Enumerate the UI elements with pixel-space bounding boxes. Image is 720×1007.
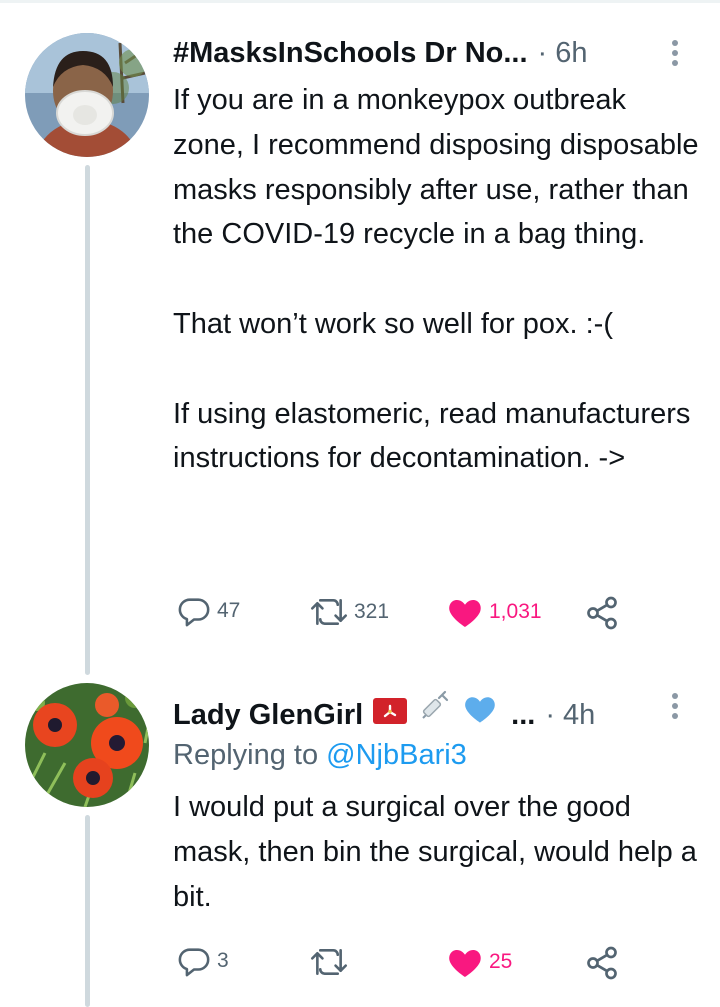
reply-count: 47 (217, 599, 241, 622)
retweet-icon (310, 949, 348, 975)
reply-button[interactable]: 3 (177, 944, 229, 978)
heart-icon (449, 950, 481, 977)
thread-connector (85, 815, 90, 1007)
author-name[interactable]: Lady GlenGirl (173, 695, 363, 735)
reply-icon (178, 598, 210, 627)
reply-icon (178, 948, 210, 977)
author-name-truncation: ... (511, 699, 536, 731)
replying-to: Replying to @NjbBari3 (173, 735, 467, 775)
retweet-button[interactable]: 321 (310, 596, 389, 628)
more-vertical-icon[interactable] (670, 693, 680, 723)
share-button[interactable] (584, 945, 620, 981)
thread-connector (85, 165, 90, 675)
heart-icon (449, 600, 481, 627)
retweet-button[interactable] (310, 946, 354, 978)
more-vertical-icon[interactable] (670, 40, 680, 70)
reply-handle-link[interactable]: @NjbBari3 (326, 739, 467, 771)
like-count: 1,031 (489, 600, 542, 623)
isle-of-man-flag-icon (373, 698, 408, 724)
reply-button[interactable]: 47 (177, 594, 240, 628)
retweet-count: 321 (354, 600, 390, 623)
blue-heart-icon (465, 697, 495, 723)
avatar[interactable] (25, 33, 149, 157)
reply-count: 3 (217, 949, 229, 972)
timestamp[interactable]: · 4h (545, 695, 595, 735)
top-divider (0, 0, 720, 3)
timestamp[interactable]: · 6h (538, 33, 588, 73)
share-icon (587, 596, 617, 630)
replying-to-label: Replying to (173, 739, 319, 771)
tweet-text: If you are in a monkeypox outbreak zone,… (173, 84, 699, 475)
like-count: 25 (489, 950, 513, 973)
share-button[interactable] (584, 595, 620, 631)
tweet-header: Lady GlenGirl ... · 4h (173, 688, 595, 735)
tweet-text: I would put a surgical over the good mas… (173, 791, 697, 913)
avatar[interactable] (25, 683, 149, 807)
tweet-header: #MasksInSchools Dr No... · 6h (173, 33, 588, 73)
retweet-icon (310, 599, 348, 625)
author-name[interactable]: #MasksInSchools Dr No... (173, 33, 528, 73)
syringe-icon (422, 690, 449, 719)
like-button[interactable]: 25 (447, 945, 512, 979)
share-icon (587, 946, 617, 980)
like-button[interactable]: 1,031 (447, 595, 542, 629)
